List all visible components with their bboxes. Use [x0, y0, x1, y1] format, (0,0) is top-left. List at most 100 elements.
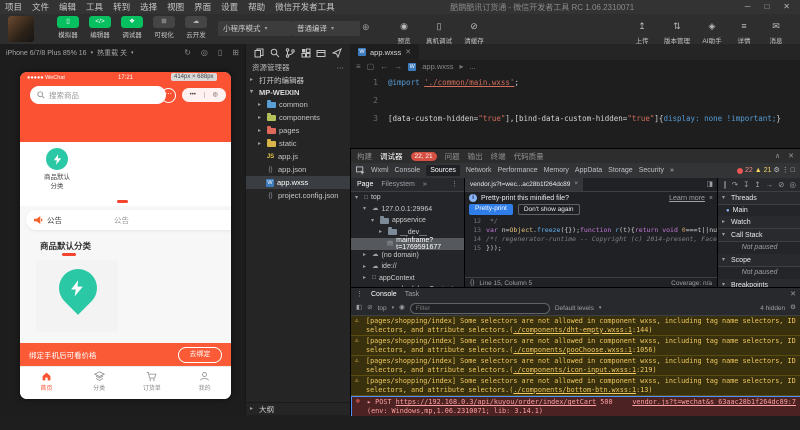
tab-appdata[interactable]: AppData: [575, 167, 602, 174]
folder-components[interactable]: ▸ components: [246, 111, 350, 124]
tab-wxml[interactable]: Wxml: [371, 167, 389, 174]
ai-assistant-button[interactable]: ◈ AI助手: [696, 16, 728, 45]
version-button[interactable]: ⇅ 版本管理: [658, 16, 696, 45]
rotate-device-icon[interactable]: ▯: [218, 49, 222, 57]
preview-button[interactable]: ◉ 预览: [388, 16, 420, 45]
outline-section[interactable]: ▸ 大纲: [246, 402, 350, 415]
deactivate-breakpoints-icon[interactable]: ⊘: [778, 181, 784, 189]
live-expression-icon[interactable]: ◉: [399, 304, 405, 312]
tab-console[interactable]: Console: [395, 167, 421, 174]
maximize-icon[interactable]: □: [764, 3, 769, 11]
tab-console-drawer[interactable]: Console: [371, 291, 397, 298]
call-stack-section[interactable]: ▾ Call Stack: [718, 229, 800, 242]
upload-button[interactable]: ↥ 上传: [626, 16, 658, 45]
close-icon[interactable]: ✕: [783, 3, 790, 11]
console-warning[interactable]: ⚠ [pages/shopping/index] Some selectors …: [351, 356, 800, 376]
menu-tools[interactable]: 工具: [81, 1, 108, 13]
file-project-config[interactable]: {} project.config.json: [246, 189, 350, 202]
screenshot-icon[interactable]: ◎: [201, 49, 208, 57]
tab-code-quality[interactable]: 代码质量: [514, 151, 544, 162]
publish-icon[interactable]: [331, 47, 342, 58]
source-file-tab[interactable]: vendor.js?t=wec...ac28b1f264dc89 ×: [465, 178, 584, 191]
console-error[interactable]: ⊗ vendor.js?t=wechat&s_63aac28b1f264dc89…: [351, 396, 800, 416]
folder-common[interactable]: ▸ common: [246, 98, 350, 111]
inspect-icon[interactable]: [356, 166, 365, 175]
pause-icon[interactable]: ∥: [723, 181, 727, 189]
collapse-panel-icon[interactable]: ∧: [775, 153, 780, 160]
avatar[interactable]: [8, 16, 34, 42]
menu-goto[interactable]: 转到: [108, 1, 135, 13]
product-category-card[interactable]: [36, 260, 118, 332]
menu-project[interactable]: 项目: [0, 1, 27, 13]
extensions-icon[interactable]: [301, 48, 311, 58]
forward-icon[interactable]: →: [394, 62, 402, 71]
tab-memory[interactable]: Memory: [544, 167, 569, 174]
tab-category[interactable]: 分类: [73, 367, 126, 399]
search-icon[interactable]: [270, 48, 280, 58]
context-selector[interactable]: top: [378, 305, 387, 312]
console-warning[interactable]: ⚠ [pages/shopping/index] Some selectors …: [351, 376, 800, 396]
more-actions-icon[interactable]: ⋯: [337, 64, 345, 72]
expand-icon[interactable]: ⊞: [232, 49, 239, 57]
minified-source[interactable]: 12 */ 13 var n=Object.freeze({});function…: [465, 217, 717, 253]
bind-phone-button[interactable]: 去绑定: [178, 347, 222, 363]
tab-order[interactable]: 订货单: [126, 367, 179, 399]
tab-network[interactable]: Network: [466, 167, 492, 174]
source-control-icon[interactable]: [285, 47, 295, 58]
close-file-icon[interactable]: ×: [574, 181, 578, 188]
console-warning[interactable]: ⚠ [pages/shopping/index] Some selectors …: [351, 316, 800, 336]
back-icon[interactable]: ←: [380, 62, 388, 71]
threads-section[interactable]: ▾ Threads: [718, 192, 800, 205]
tab-sources[interactable]: Sources: [426, 165, 460, 176]
menu-interface[interactable]: 界面: [189, 1, 216, 13]
bookmark-icon[interactable]: ▢: [367, 62, 375, 71]
menu-file[interactable]: 文件: [27, 1, 54, 13]
tab-performance[interactable]: Performance: [498, 167, 538, 174]
tree-localhost[interactable]: ▾ ☁ 127.0.0.1:29964: [351, 204, 464, 216]
menu-devtools[interactable]: 微信开发者工具: [270, 1, 340, 13]
devtools-menu-icon[interactable]: ⋮: [782, 167, 789, 174]
devtools-settings-icon[interactable]: ⚙: [773, 167, 779, 174]
messages-button[interactable]: ✉ 消息: [760, 16, 792, 45]
clear-cache-button[interactable]: ⊘ 清缓存: [458, 16, 490, 45]
folder-pages[interactable]: ▸ pages: [246, 124, 350, 137]
drawer-menu-icon[interactable]: ⋮: [356, 291, 363, 298]
details-button[interactable]: ≡ 详情: [728, 16, 760, 45]
customer-service-icon[interactable]: ⋯: [161, 88, 176, 103]
minimize-app-icon[interactable]: ◎: [203, 92, 227, 98]
console-settings-icon[interactable]: ⚙: [790, 304, 796, 312]
minimize-icon[interactable]: ─: [745, 3, 751, 11]
mode-dropdown[interactable]: 小程序模式 ▾: [218, 21, 292, 36]
menu-edit[interactable]: 编辑: [54, 1, 81, 13]
error-count[interactable]: 22: [745, 167, 753, 174]
tree-no-domain[interactable]: ▸ ☁ (no domain): [351, 250, 464, 262]
pretty-print-panel-icon[interactable]: ◨: [706, 181, 717, 188]
tab-page[interactable]: Page: [357, 181, 373, 188]
tab-debugger[interactable]: 调试器: [380, 151, 403, 162]
tab-output[interactable]: 输出: [468, 151, 483, 162]
tree-appservice[interactable]: ▾ appservice: [351, 215, 464, 227]
scope-section[interactable]: ▾ Scope: [718, 254, 800, 267]
console-warning[interactable]: ⚠ [pages/shopping/index] Some selectors …: [351, 336, 800, 356]
list-icon[interactable]: ≡: [356, 62, 361, 71]
debugger-button[interactable]: ❖ 调试器: [116, 16, 148, 39]
tree-appcontext[interactable]: ▸ □ appContext: [351, 273, 464, 285]
device-selector[interactable]: iPhone 6/7/8 Plus 85% 16: [6, 50, 87, 57]
undock-icon[interactable]: □: [791, 167, 795, 174]
more-menu-icon[interactable]: •••: [182, 92, 204, 98]
notice-bar[interactable]: 公告 公告: [26, 210, 231, 230]
step-over-icon[interactable]: ↷: [732, 181, 738, 189]
remote-debug-button[interactable]: ▯ 真机调试: [420, 16, 458, 45]
menu-view[interactable]: 视图: [162, 1, 189, 13]
thread-main[interactable]: ● Main: [718, 205, 800, 216]
tree-ide[interactable]: ▸ ☁ ide://: [351, 261, 464, 273]
dismiss-banner-icon[interactable]: ×: [709, 195, 713, 202]
log-levels-selector[interactable]: Default levels: [555, 305, 594, 312]
tab-terminal[interactable]: 终端: [491, 151, 506, 162]
category-item[interactable]: 商品默认 分类: [34, 148, 80, 191]
file-app-js[interactable]: JS app.js: [246, 150, 350, 163]
cloud-dev-button[interactable]: ☁ 云开发: [180, 16, 212, 39]
tab-home[interactable]: 首页: [20, 367, 73, 399]
tab-build[interactable]: 构建: [357, 151, 372, 162]
console-filter-input[interactable]: [409, 302, 550, 314]
